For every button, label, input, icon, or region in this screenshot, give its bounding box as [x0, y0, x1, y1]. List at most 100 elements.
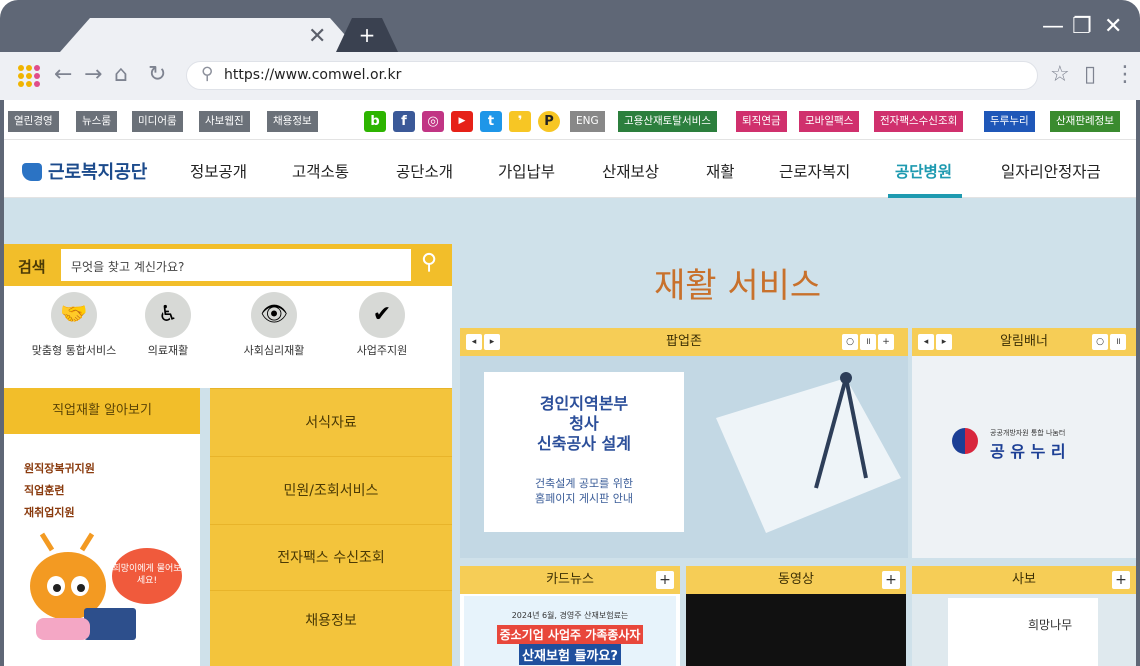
card-news-panel: 카드뉴스 + 2024년 6월, 경영주 산재보험료는 중소기업 사업주 가족종사…	[460, 566, 680, 666]
alert-next-icon[interactable]: ▸	[936, 334, 952, 350]
alert-play-icon[interactable]: ○	[1092, 334, 1108, 350]
document-icon[interactable]: ▯	[1084, 62, 1096, 88]
new-tab-button[interactable]: +	[336, 18, 398, 52]
video-more-icon[interactable]: +	[882, 571, 900, 589]
util-link-pension[interactable]: 퇴직연금	[736, 111, 787, 132]
popup-zone-title: 팝업존	[460, 328, 908, 356]
popup-play-icon[interactable]: ○	[842, 334, 858, 350]
search-label: 검색	[18, 258, 46, 276]
browser-window: ✕ + — ❐ ✕ ← → ⌂ ↻ ☆ ▯ ⋮ ⚲ https://www.co…	[0, 0, 1140, 666]
popup-pause-icon[interactable]: ॥	[860, 334, 876, 350]
reload-icon[interactable]: ↻	[148, 62, 166, 88]
gongyu-logo-text[interactable]: 공 유 누 리	[990, 438, 1066, 462]
video-panel: 동영상 +	[686, 566, 906, 666]
popup-zone: 팝업존 ◂ ▸ ○ ॥ + 경인지역본부 청사 신축공사 설계 건축설계 공모를…	[460, 328, 908, 558]
kakao-plus-icon[interactable]: P	[538, 111, 560, 132]
nav-item-compensation[interactable]: 산재보상	[602, 160, 659, 182]
sabo-thumb[interactable]: 희망나무	[948, 598, 1098, 666]
quick-item-medical-rehab[interactable]: ♿ 의료재활	[120, 292, 216, 357]
twitter-icon[interactable]: t	[480, 111, 502, 132]
nav-item-info-disclosure[interactable]: 정보공개	[190, 160, 247, 182]
sabo-panel: 사보 + 희망나무	[912, 566, 1136, 666]
util-link-precedent[interactable]: 산재판례정보	[1050, 111, 1120, 132]
job-link-training[interactable]: 직업훈련	[24, 482, 64, 498]
maximize-icon[interactable]: ❐	[1072, 14, 1092, 39]
gongyu-logo-small: 공공개방자원 통합 나눔터	[990, 429, 1066, 437]
video-title: 동영상	[778, 572, 814, 587]
alert-banner: 알림배너 ◂ ▸ ○ ॥ 공공개방자원 통합 나눔터 공 유 누 리	[912, 328, 1136, 558]
search-button[interactable]: ⚲	[414, 250, 444, 275]
minimize-icon[interactable]: —	[1042, 14, 1064, 39]
wheelchair-icon: ♿	[145, 292, 191, 338]
util-link-efax[interactable]: 전자팩스수신조회	[874, 111, 964, 132]
quick-item-custom-service[interactable]: 🤝 맞춤형 통합서비스	[26, 292, 122, 357]
util-link-media-room[interactable]: 미디어룸	[132, 111, 183, 132]
taegeuk-logo-icon	[952, 428, 978, 454]
popup-more-icon[interactable]: +	[878, 334, 894, 350]
nav-item-job-fund[interactable]: 일자리안정자금	[1001, 160, 1101, 182]
job-link-return[interactable]: 원직장복귀지원	[24, 460, 95, 476]
quick-item-employer-support[interactable]: ✔ 사업주지원	[334, 292, 430, 357]
bookmark-star-icon[interactable]: ☆	[1050, 62, 1070, 88]
util-link-durunuri[interactable]: 두루누리	[984, 111, 1035, 132]
tile-recruit[interactable]: 채용정보	[210, 590, 452, 666]
search-icon: ⚲	[201, 64, 214, 84]
instagram-icon[interactable]: ◎	[422, 111, 444, 132]
kakao-story-icon[interactable]: ❜	[509, 111, 531, 132]
nav-item-welfare[interactable]: 근로자복지	[779, 160, 850, 182]
web-page: 열린경영 뉴스룸 미디어룸 사보웹진 채용정보 b f ◎ ▶ t ❜ P EN…	[4, 100, 1136, 666]
card-news-more-icon[interactable]: +	[656, 571, 674, 589]
facebook-icon[interactable]: f	[393, 111, 415, 132]
search-input[interactable]: 무엇을 찾고 계신가요?	[61, 249, 411, 281]
popup-next-icon[interactable]: ▸	[484, 334, 500, 350]
home-icon[interactable]: ⌂	[114, 62, 128, 88]
popup-prev-icon[interactable]: ◂	[466, 334, 482, 350]
popup-card[interactable]: 경인지역본부 청사 신축공사 설계 건축설계 공모를 위한 홈페이지 게시판 안…	[484, 372, 684, 532]
alert-pause-icon[interactable]: ॥	[1110, 334, 1126, 350]
blueprint-illustration	[716, 372, 901, 533]
youtube-icon[interactable]: ▶	[451, 111, 473, 132]
sabo-title: 사보	[1012, 572, 1036, 587]
search-bar: 검색 무엇을 찾고 계신가요? ⚲	[4, 244, 452, 286]
apps-grid-icon[interactable]	[18, 65, 40, 87]
sabo-more-icon[interactable]: +	[1112, 571, 1130, 589]
main-banner-title: 재활 서비스	[654, 266, 822, 306]
nav-item-about[interactable]: 공단소개	[396, 160, 453, 182]
util-link-mobile-fax[interactable]: 모바일팩스	[799, 111, 860, 132]
job-rehab-panel: 직업재활 알아보기 원직장복귀지원 직업훈련 재취업지원 희망이에게 물어보세요…	[4, 388, 200, 666]
job-rehab-title[interactable]: 직업재활 알아보기	[4, 388, 200, 434]
close-window-icon[interactable]: ✕	[1104, 14, 1122, 39]
tile-efax[interactable]: 전자팩스 수신조회	[210, 524, 452, 590]
nav-item-customer[interactable]: 고객소통	[292, 160, 349, 182]
main-content: 검색 무엇을 찾고 계신가요? ⚲ 🤝 맞춤형 통합서비스 ♿ 의료재활 👁 사회심리…	[4, 198, 1136, 666]
eng-link[interactable]: ENG	[570, 111, 605, 132]
tile-forms[interactable]: 서식자료	[210, 388, 452, 456]
kebab-menu-icon[interactable]: ⋮	[1114, 62, 1136, 88]
blog-icon[interactable]: b	[364, 111, 386, 132]
util-link-open-management[interactable]: 열린경영	[8, 111, 59, 132]
nav-item-rehab[interactable]: 재활	[706, 160, 735, 182]
nav-item-hospital[interactable]: 공단병원	[895, 160, 952, 182]
site-logo[interactable]: 근로복지공단	[22, 158, 147, 184]
chatbot-bubble[interactable]: 희망이에게 물어보세요!	[112, 548, 182, 604]
alert-prev-icon[interactable]: ◂	[918, 334, 934, 350]
nav-item-subscription[interactable]: 가입납부	[498, 160, 555, 182]
main-navigation: 근로복지공단 정보공개 고객소통 공단소개 가입납부 산재보상 재활 근로자복지…	[4, 140, 1136, 198]
card-news-thumb[interactable]: 2024년 6월, 경영주 산재보험료는 중소기업 사업주 가족종사자 산재보험…	[464, 596, 676, 666]
util-link-webzine[interactable]: 사보웹진	[199, 111, 250, 132]
handshake-icon: 🤝	[51, 292, 97, 338]
tile-civil-service[interactable]: 민원/조회서비스	[210, 456, 452, 524]
url-bar[interactable]: ⚲ https://www.comwel.or.kr	[186, 61, 1038, 90]
tab-close-icon[interactable]: ✕	[308, 26, 326, 48]
quick-item-psych-rehab[interactable]: 👁 사회심리재활	[226, 292, 322, 357]
eye-icon: 👁	[251, 292, 297, 338]
person-check-icon: ✔	[359, 292, 405, 338]
quick-menu: 🤝 맞춤형 통합서비스 ♿ 의료재활 👁 사회심리재활 ✔ 사업주지원	[4, 286, 452, 388]
util-link-newsroom[interactable]: 뉴스룸	[76, 111, 117, 132]
job-link-reemployment[interactable]: 재취업지원	[24, 504, 75, 520]
forward-icon[interactable]: →	[84, 62, 102, 88]
util-link-recruit[interactable]: 채용정보	[267, 111, 318, 132]
back-icon[interactable]: ←	[54, 62, 72, 88]
util-link-total-service[interactable]: 고용산재토탈서비스	[618, 111, 717, 132]
url-text: https://www.comwel.or.kr	[224, 67, 402, 83]
